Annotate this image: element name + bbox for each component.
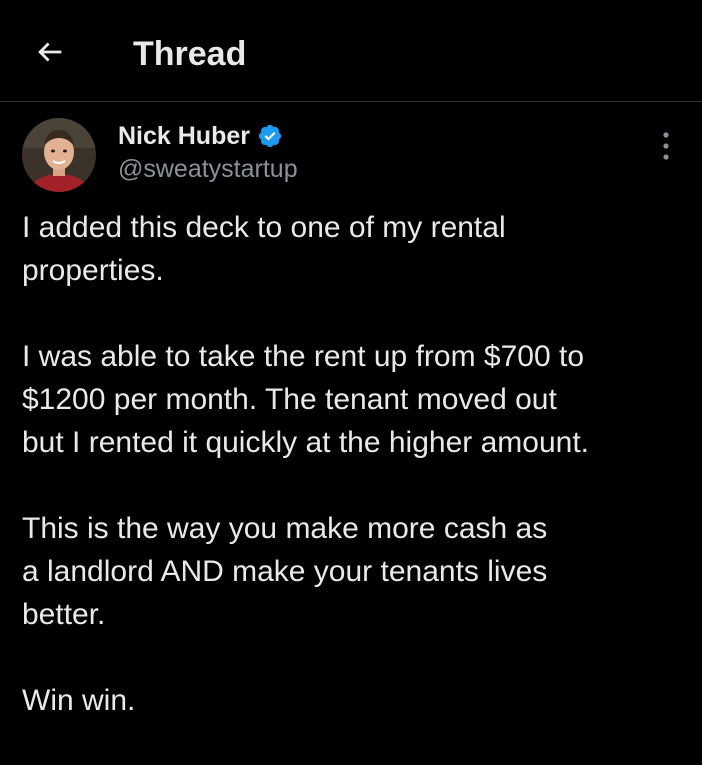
back-button[interactable] — [26, 30, 74, 78]
tweet-text: I added this deck to one of my rental pr… — [22, 206, 692, 765]
more-options-button[interactable] — [646, 128, 686, 168]
author-handle[interactable]: @sweatystartup — [118, 154, 298, 184]
verified-badge-icon[interactable] — [257, 123, 283, 149]
top-bar: Thread — [0, 0, 702, 102]
author-name-row: Nick Huber — [118, 118, 283, 154]
tweet-paragraph: I was able to take the rent up from $700… — [22, 340, 589, 459]
tweet-paragraph: Win win. — [22, 684, 136, 717]
author-name[interactable]: Nick Huber — [118, 122, 250, 151]
page-title: Thread — [133, 35, 247, 73]
arrow-left-icon — [33, 35, 67, 74]
tweet-paragraph: I added this deck to one of my rental pr… — [22, 211, 506, 287]
tweet-paragraph: This is the way you make more cash as a … — [22, 512, 548, 631]
more-vertical-icon — [661, 131, 671, 166]
avatar[interactable] — [22, 118, 96, 192]
